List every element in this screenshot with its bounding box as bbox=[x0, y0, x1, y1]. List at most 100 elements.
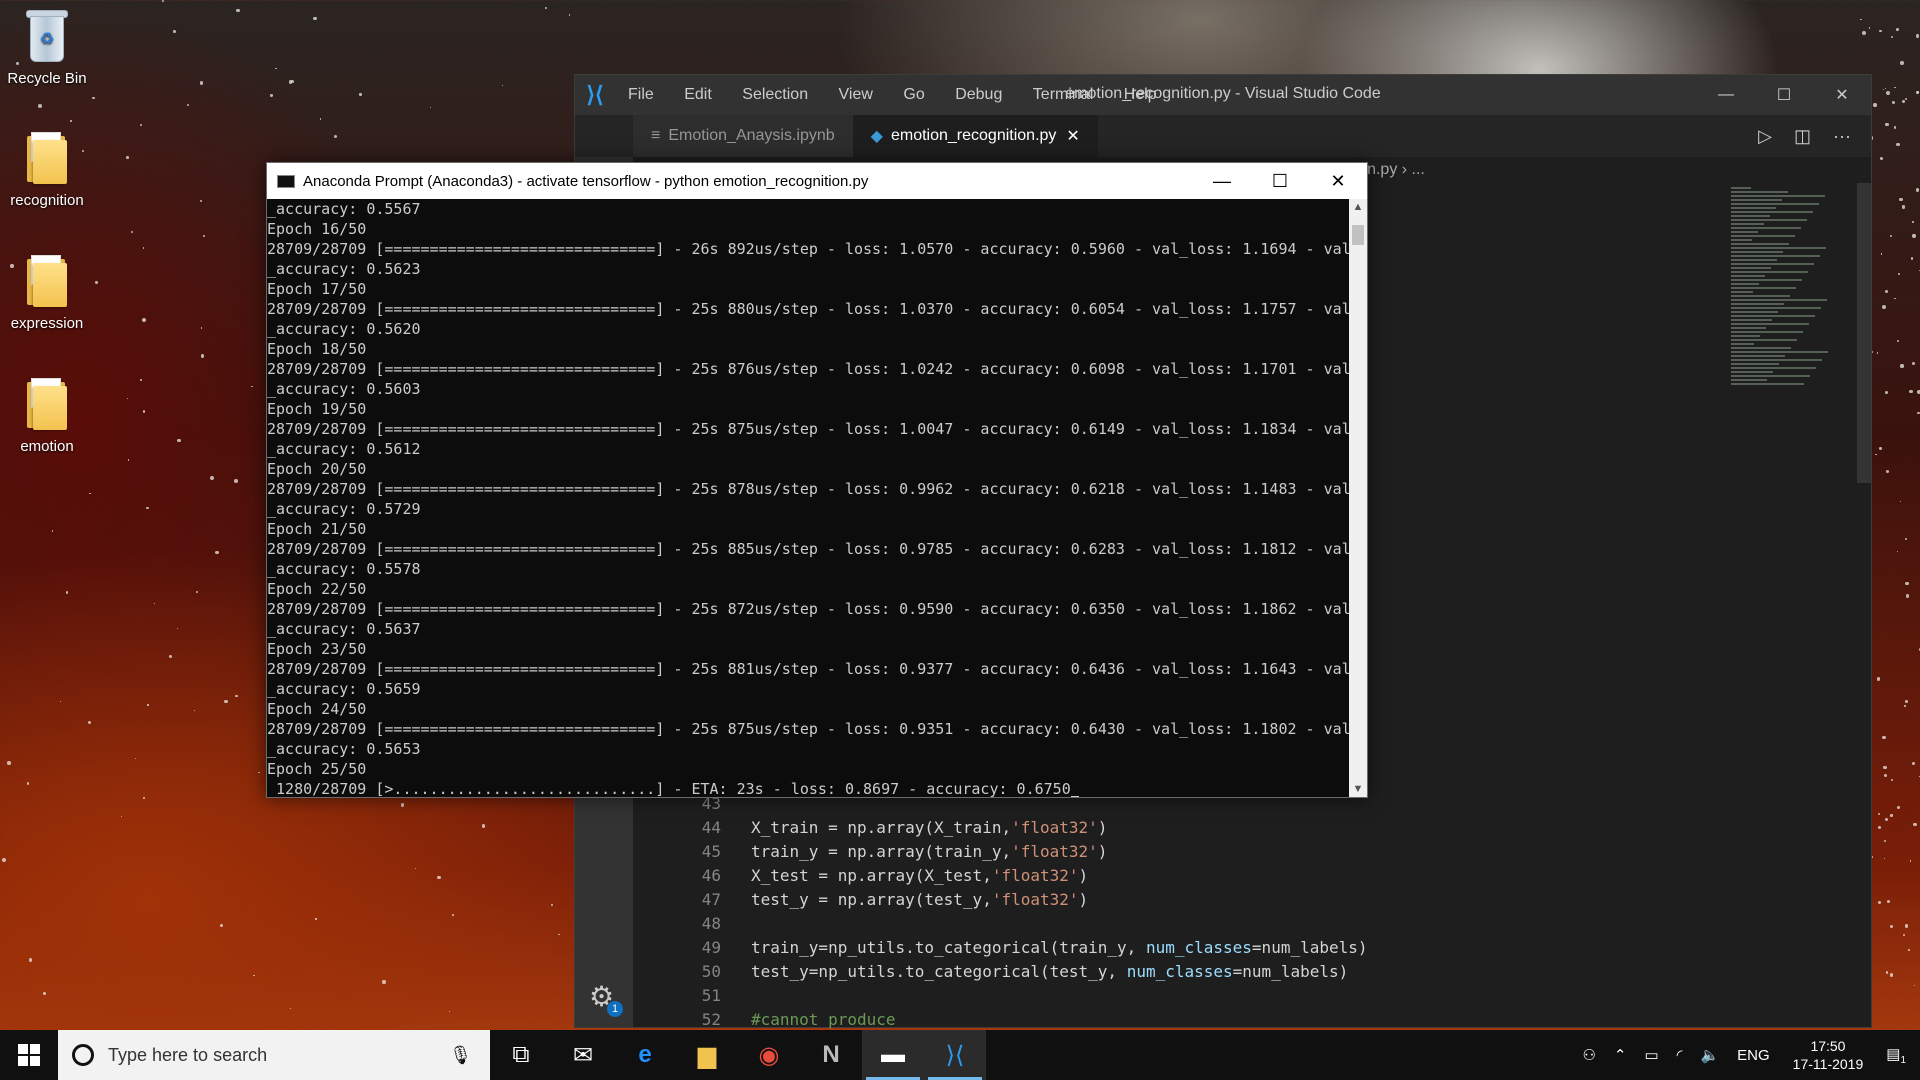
minimap-line bbox=[1731, 351, 1828, 353]
people-icon[interactable]: ⚇ bbox=[1582, 1046, 1595, 1064]
microphone-icon[interactable]: 🎙 bbox=[449, 1045, 472, 1066]
wallpaper-speck bbox=[95, 281, 98, 284]
clock[interactable]: 17:50 17-11-2019 bbox=[1793, 1037, 1864, 1073]
editor-scrollbar[interactable] bbox=[1857, 183, 1871, 483]
desktop-icon-label: recognition bbox=[10, 192, 84, 209]
prompt-titlebar: Anaconda Prompt (Anaconda3) - activate t… bbox=[267, 163, 1367, 199]
split-editor-icon[interactable]: ◫ bbox=[1794, 126, 1811, 147]
wallpaper-speck bbox=[26, 782, 29, 785]
cmd-icon[interactable]: ▬ bbox=[862, 1030, 924, 1080]
more-actions-icon[interactable]: ··· bbox=[1833, 126, 1851, 147]
menu-view[interactable]: View bbox=[839, 86, 873, 103]
console-scrollbar[interactable]: ▲ ▼ bbox=[1349, 199, 1367, 797]
wallpaper-speck bbox=[234, 694, 238, 698]
file-explorer-icon[interactable]: ▆ bbox=[676, 1030, 738, 1080]
task-view-icon[interactable]: ⧉ bbox=[490, 1030, 552, 1080]
minimap-line bbox=[1731, 287, 1796, 289]
code-token: num_classes bbox=[1145, 937, 1252, 957]
wallpaper-speck bbox=[196, 591, 199, 594]
console-output[interactable]: _accuracy: 0.5567 Epoch 16/50 28709/28709 … bbox=[267, 199, 1349, 797]
wallpaper-speck bbox=[558, 934, 560, 936]
clock-date: 17-11-2019 bbox=[1792, 1056, 1864, 1072]
code-token: ) bbox=[1097, 841, 1108, 861]
taskbar-search[interactable]: Type here to search 🎙 bbox=[58, 1030, 490, 1080]
wallpaper-speck bbox=[28, 957, 33, 962]
minimap-line bbox=[1731, 267, 1771, 269]
close-button[interactable]: ✕ bbox=[1813, 75, 1871, 115]
tab-emotion-recognition[interactable]: ◆ emotion_recognition.py ✕ bbox=[852, 115, 1098, 157]
minimap-line bbox=[1731, 347, 1791, 349]
wallpaper-speck bbox=[142, 317, 147, 322]
scroll-thumb[interactable] bbox=[1352, 225, 1364, 245]
desktop-icon-recycle-bin[interactable]: ♻ Recycle Bin bbox=[2, 8, 92, 87]
wallpaper-speck bbox=[7, 761, 11, 765]
wallpaper-speck bbox=[290, 79, 294, 83]
minimap-line bbox=[1731, 275, 1765, 277]
wallpaper-speck bbox=[131, 230, 134, 233]
wallpaper-speck bbox=[1896, 551, 1898, 553]
minimap-line bbox=[1731, 327, 1766, 329]
menu-go[interactable]: Go bbox=[903, 86, 924, 103]
close-button[interactable]: ✕ bbox=[1309, 163, 1367, 199]
wallpaper-speck bbox=[1884, 774, 1888, 778]
wifi-icon[interactable]: ◜ bbox=[1677, 1046, 1683, 1064]
wallpaper-speck bbox=[545, 7, 548, 10]
chrome-icon[interactable]: ◉ bbox=[738, 1030, 800, 1080]
maximize-button[interactable]: ☐ bbox=[1755, 75, 1813, 115]
wallpaper-speck bbox=[1915, 188, 1919, 192]
minimap-line bbox=[1731, 303, 1784, 305]
code-text: test_y=np_utils.to_categorical(test_y, n… bbox=[751, 962, 1348, 981]
menu-selection[interactable]: Selection bbox=[742, 86, 808, 103]
vscode-icon[interactable]: ⟩⟨ bbox=[924, 1030, 986, 1080]
notification-center-icon[interactable]: ▤1 bbox=[1886, 1045, 1906, 1066]
run-icon[interactable]: ▷ bbox=[1758, 126, 1772, 147]
wallpaper-speck bbox=[1894, 126, 1897, 129]
scroll-up-icon[interactable]: ▲ bbox=[1349, 201, 1367, 213]
language-indicator[interactable]: ENG bbox=[1737, 1047, 1770, 1064]
wallpaper-speck bbox=[1903, 934, 1906, 937]
tab-label: Emotion_Anaysis.ipynb bbox=[668, 127, 835, 144]
app-n-icon[interactable]: N bbox=[800, 1030, 862, 1080]
wallpaper-speck bbox=[1905, 97, 1908, 100]
scroll-down-icon[interactable]: ▼ bbox=[1349, 783, 1367, 795]
minimap[interactable] bbox=[1731, 185, 1841, 425]
mail-icon[interactable]: ✉ bbox=[552, 1030, 614, 1080]
desktop-icon-emotion[interactable]: emotion bbox=[2, 378, 92, 455]
minimap-line bbox=[1731, 259, 1777, 261]
wallpaper-speck bbox=[1879, 447, 1882, 450]
minimap-line bbox=[1731, 355, 1785, 357]
menu-edit[interactable]: Edit bbox=[684, 86, 712, 103]
wallpaper-speck bbox=[1885, 469, 1890, 474]
menu-help[interactable]: Help bbox=[1124, 86, 1157, 103]
desktop-icon-expression[interactable]: expression bbox=[2, 255, 92, 332]
close-tab-icon[interactable]: ✕ bbox=[1066, 126, 1079, 146]
minimap-line bbox=[1731, 211, 1813, 213]
tab-emotion-analysis[interactable]: ≡ Emotion_Anaysis.ipynb bbox=[633, 115, 853, 157]
edge-icon[interactable]: e bbox=[614, 1030, 676, 1080]
maximize-button[interactable]: ☐ bbox=[1251, 163, 1309, 199]
search-placeholder: Type here to search bbox=[108, 1044, 268, 1065]
menu-file[interactable]: File bbox=[628, 86, 654, 103]
minimize-button[interactable]: — bbox=[1193, 163, 1251, 199]
wallpaper-speck bbox=[1889, 924, 1893, 928]
show-hidden-icons-icon[interactable]: ⌃ bbox=[1614, 1046, 1627, 1064]
code-line: 48 bbox=[633, 911, 1871, 935]
minimap-line bbox=[1731, 367, 1816, 369]
wallpaper-speck bbox=[236, 8, 240, 12]
console-line: Epoch 20/50 bbox=[267, 460, 367, 478]
minimap-line bbox=[1731, 307, 1821, 309]
volume-icon[interactable]: 🔈 bbox=[1700, 1046, 1719, 1064]
line-number: 48 bbox=[701, 913, 721, 933]
console-line: _accuracy: 0.5653 bbox=[267, 740, 421, 758]
minimize-button[interactable]: — bbox=[1697, 75, 1755, 115]
battery-icon[interactable]: ▭ bbox=[1644, 1046, 1658, 1064]
minimap-line bbox=[1731, 243, 1789, 245]
menu-terminal[interactable]: Terminal bbox=[1033, 86, 1093, 103]
menu-debug[interactable]: Debug bbox=[955, 86, 1002, 103]
desktop-icon-recognition[interactable]: recognition bbox=[2, 132, 92, 209]
start-button[interactable] bbox=[0, 1030, 58, 1080]
wallpaper-speck bbox=[333, 134, 337, 138]
wallpaper-speck bbox=[1907, 949, 1910, 951]
wallpaper-speck bbox=[1899, 198, 1903, 202]
code-editor[interactable]: 43 44 X_train = np.array(X_train,'float32'… bbox=[633, 791, 1871, 1031]
